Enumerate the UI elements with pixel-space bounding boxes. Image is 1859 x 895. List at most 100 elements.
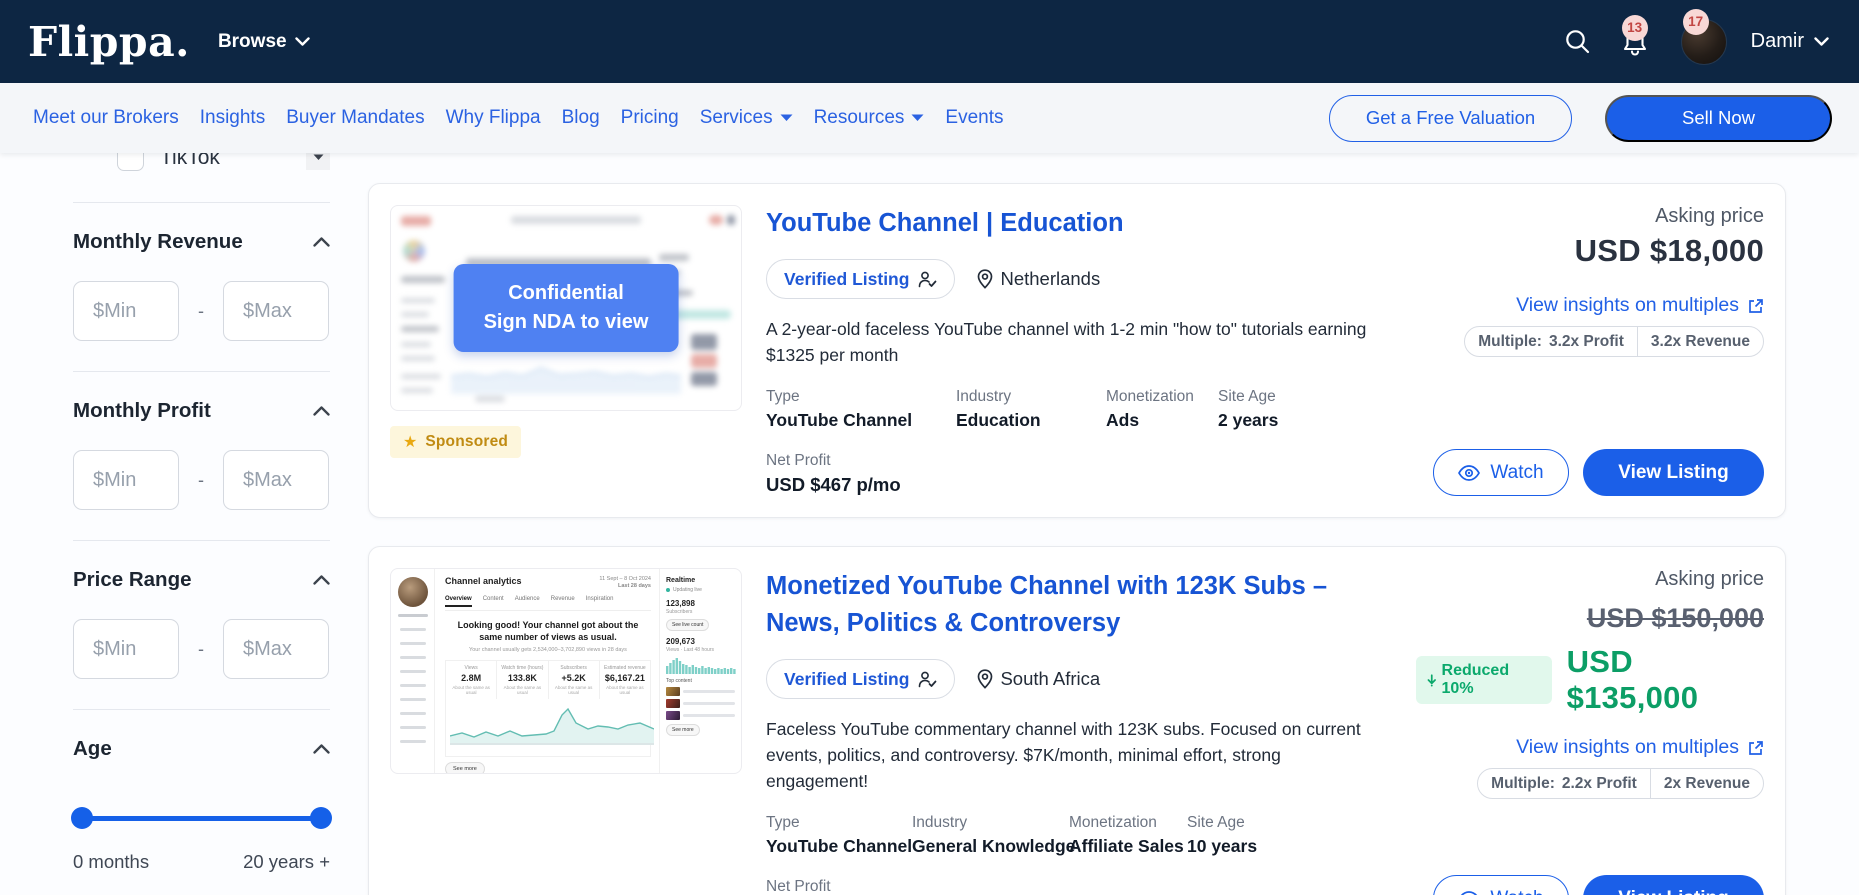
verified-listing-badge[interactable]: Verified Listing <box>766 259 956 299</box>
watch-button[interactable]: Watch <box>1433 449 1569 496</box>
filters-sidebar: TikTok Monthly Revenue - <box>71 153 332 873</box>
chevron-down-icon <box>294 36 310 46</box>
user-name: Damir <box>1750 30 1804 52</box>
verified-user-icon <box>919 671 937 687</box>
top-navbar: Flippa. Browse 13 17 Damir <box>0 0 1859 83</box>
age-header[interactable]: Age <box>73 737 330 761</box>
nav-link-meet-our-brokers[interactable]: Meet our Brokers <box>33 107 179 129</box>
stat-industry: Industry Education <box>956 388 1041 430</box>
nav-link-resources[interactable]: Resources <box>814 107 925 129</box>
listing-description: A 2-year-old faceless YouTube channel wi… <box>766 319 1367 365</box>
chevron-down-icon <box>911 114 924 121</box>
price-range-min-input[interactable] <box>73 619 179 679</box>
location-pin-icon <box>978 669 993 689</box>
listing-location: South Africa <box>977 668 1100 690</box>
search-button[interactable] <box>1564 28 1591 55</box>
yt-date-range: 11 Sept – 8 Oct 2024 Last 28 days <box>599 576 651 589</box>
monthly-profit-max-input[interactable] <box>223 450 329 510</box>
external-link-icon <box>1749 740 1763 755</box>
get-free-valuation-button[interactable]: Get a Free Valuation <box>1329 94 1572 142</box>
chevron-down-icon <box>780 114 793 121</box>
nav-link-pricing[interactable]: Pricing <box>621 107 679 129</box>
yt-realtime-views: 209,673 <box>666 637 695 646</box>
filter-monthly-revenue: Monthly Revenue - <box>73 203 330 341</box>
view-listing-button[interactable]: View Listing <box>1583 875 1764 895</box>
confidential-nda-overlay[interactable]: Confidential Sign NDA to view <box>453 264 679 352</box>
verified-listing-badge[interactable]: Verified Listing <box>766 659 956 699</box>
filter-age: Age 0 months 20 years + <box>71 710 332 873</box>
asking-price-value: USD $135,000 <box>1566 644 1699 715</box>
monthly-revenue-min-input[interactable] <box>73 281 179 341</box>
stat-site-age: Site Age 2 years <box>1218 388 1279 430</box>
browse-menu[interactable]: Browse <box>218 31 310 53</box>
stat-site-age: Site Age 10 years <box>1187 814 1258 856</box>
listing-card: Confidential Sign NDA to view ★ Sponsore… <box>368 183 1786 518</box>
stat-monetization: Monetization Affiliate Sales <box>1069 814 1184 856</box>
yt-realtime-bars <box>666 658 736 674</box>
chevron-down-icon <box>1814 36 1829 46</box>
nav-link-events[interactable]: Events <box>945 107 1003 129</box>
asking-price-label: Asking price <box>1655 205 1764 227</box>
star-icon: ★ <box>403 434 418 451</box>
eye-icon <box>1458 464 1481 481</box>
nav-link-services[interactable]: Services <box>700 107 793 129</box>
monthly-profit-header[interactable]: Monthly Profit <box>73 399 330 423</box>
yt-headline: Looking good! Your channel got about the… <box>457 620 639 642</box>
verified-user-icon <box>919 271 937 287</box>
monthly-revenue-max-input[interactable] <box>223 281 329 341</box>
listing-description: Faceless YouTube commentary channel with… <box>766 719 1361 791</box>
eye-icon <box>1460 890 1479 895</box>
dropdown-chevron-icon <box>313 154 323 160</box>
nav-link-why-flippa[interactable]: Why Flippa <box>446 107 541 129</box>
yt-realtime-panel: Realtime Updating live 123,898 Subscribe… <box>659 569 741 773</box>
age-slider[interactable] <box>71 807 332 829</box>
listing-title[interactable]: Monetized YouTube Channel with 123K Subs… <box>766 568 1341 642</box>
view-listing-button[interactable]: View Listing <box>1583 449 1764 496</box>
nav-link-blog[interactable]: Blog <box>562 107 600 129</box>
listing-thumbnail[interactable]: Channel analytics 11 Sept – 8 Oct 2024 La… <box>390 568 742 774</box>
flippa-logo[interactable]: Flippa. <box>28 18 190 66</box>
view-insights-link[interactable]: View insights on multiples <box>1516 294 1764 317</box>
listing-stats: Type YouTube Channel Industry General Know… <box>766 814 1406 857</box>
watch-button[interactable]: Watch <box>1433 875 1569 895</box>
nav-link-insights[interactable]: Insights <box>200 107 265 129</box>
sponsored-badge: ★ Sponsored <box>390 426 522 458</box>
stat-industry: Industry General Knowledge <box>912 814 1076 856</box>
user-menu[interactable]: Damir <box>1751 30 1829 53</box>
sign-nda-label: Sign NDA to view <box>483 311 649 333</box>
reduced-price-badge: Reduced 10% <box>1416 656 1552 704</box>
live-dot <box>666 588 670 592</box>
view-insights-link[interactable]: View insights on multiples <box>1516 736 1764 759</box>
browse-label: Browse <box>217 30 287 52</box>
price-range-header[interactable]: Price Range <box>73 568 330 592</box>
price-range-max-input[interactable] <box>223 619 329 679</box>
listing-title[interactable]: YouTube Channel | Education <box>766 205 1406 242</box>
yt-video-markers <box>450 745 646 754</box>
price-drop-icon <box>1427 673 1436 686</box>
range-dash: - <box>198 469 204 490</box>
platform-dropdown-button[interactable] <box>306 153 330 170</box>
channel-avatar <box>397 577 428 607</box>
monthly-profit-min-input[interactable] <box>73 450 179 510</box>
age-min-label: 0 months <box>73 851 150 872</box>
listing-thumbnail[interactable]: Confidential Sign NDA to view <box>390 205 742 411</box>
multiple-badge: Multiple: 2.2x Profit 2x Revenue <box>1477 768 1764 799</box>
external-link-icon <box>1749 298 1763 313</box>
nav-link-buyer-mandates[interactable]: Buyer Mandates <box>286 107 424 129</box>
notifications-button[interactable]: 13 <box>1621 14 1649 57</box>
flippa-marketplace-page: Flippa. Browse 13 17 Damir Meet our Brok… <box>0 0 1859 895</box>
messages-badge: 17 <box>1682 8 1709 35</box>
yt-stat-cards: Views 2.8M About the same as usual Watch t… <box>445 660 651 699</box>
monthly-revenue-header[interactable]: Monthly Revenue <box>73 230 330 254</box>
yt-subline: Your channel usually gets 2,534,000–3,70… <box>469 647 627 653</box>
listing-card: Channel analytics 11 Sept – 8 Oct 2024 La… <box>368 546 1786 895</box>
sell-now-button[interactable]: Sell Now <box>1605 94 1832 142</box>
search-icon <box>1565 30 1589 54</box>
age-slider-handle-max[interactable] <box>310 807 332 829</box>
user-avatar-button[interactable]: 17 <box>1680 8 1727 65</box>
collapse-chevron-icon <box>313 237 330 247</box>
tiktok-checkbox[interactable] <box>117 153 144 171</box>
collapse-chevron-icon <box>313 406 330 416</box>
age-slider-handle-min[interactable] <box>71 807 93 829</box>
stat-net-profit: Net Profit USD $5,093 p/mo <box>766 878 831 895</box>
